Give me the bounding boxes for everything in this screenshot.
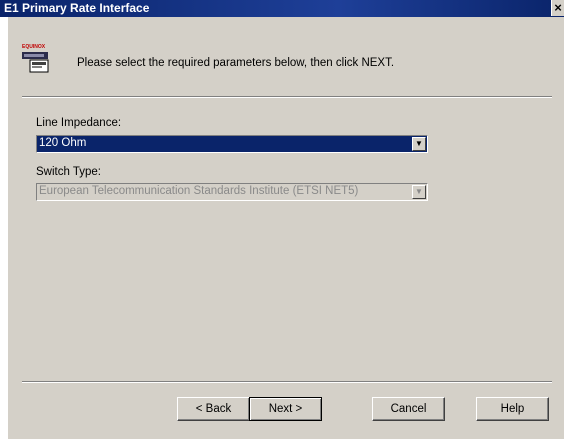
- close-button[interactable]: ×: [551, 0, 564, 16]
- cancel-button[interactable]: Cancel: [372, 397, 445, 421]
- footer-divider: [22, 381, 552, 383]
- network-card-icon: EQUINOX: [22, 44, 49, 73]
- switch-type-select[interactable]: European Telecommunication Standards Ins…: [36, 183, 428, 201]
- line-impedance-value: 120 Ohm: [39, 137, 87, 149]
- back-button[interactable]: < Back: [177, 397, 250, 421]
- switch-type-value: European Telecommunication Standards Ins…: [39, 185, 359, 197]
- title-bar[interactable]: E1 Primary Rate Interface ×: [0, 0, 564, 17]
- switch-type-label: Switch Type:: [36, 166, 101, 178]
- help-button[interactable]: Help: [476, 397, 549, 421]
- line-impedance-label: Line Impedance:: [36, 117, 122, 129]
- window-title: E1 Primary Rate Interface: [4, 1, 150, 15]
- chevron-down-icon[interactable]: ▼: [412, 137, 426, 151]
- chevron-down-icon[interactable]: ▼: [412, 185, 426, 199]
- header-divider: [22, 96, 552, 98]
- logo-text: EQUINOX: [22, 44, 46, 50]
- window-left-edge: [0, 17, 8, 439]
- instruction-text: Please select the required parameters be…: [77, 57, 395, 69]
- next-button[interactable]: Next >: [249, 397, 322, 421]
- wizard-dialog: E1 Primary Rate Interface × EQUINOX Plea…: [0, 0, 564, 439]
- line-impedance-select[interactable]: 120 Ohm ▼: [36, 135, 428, 153]
